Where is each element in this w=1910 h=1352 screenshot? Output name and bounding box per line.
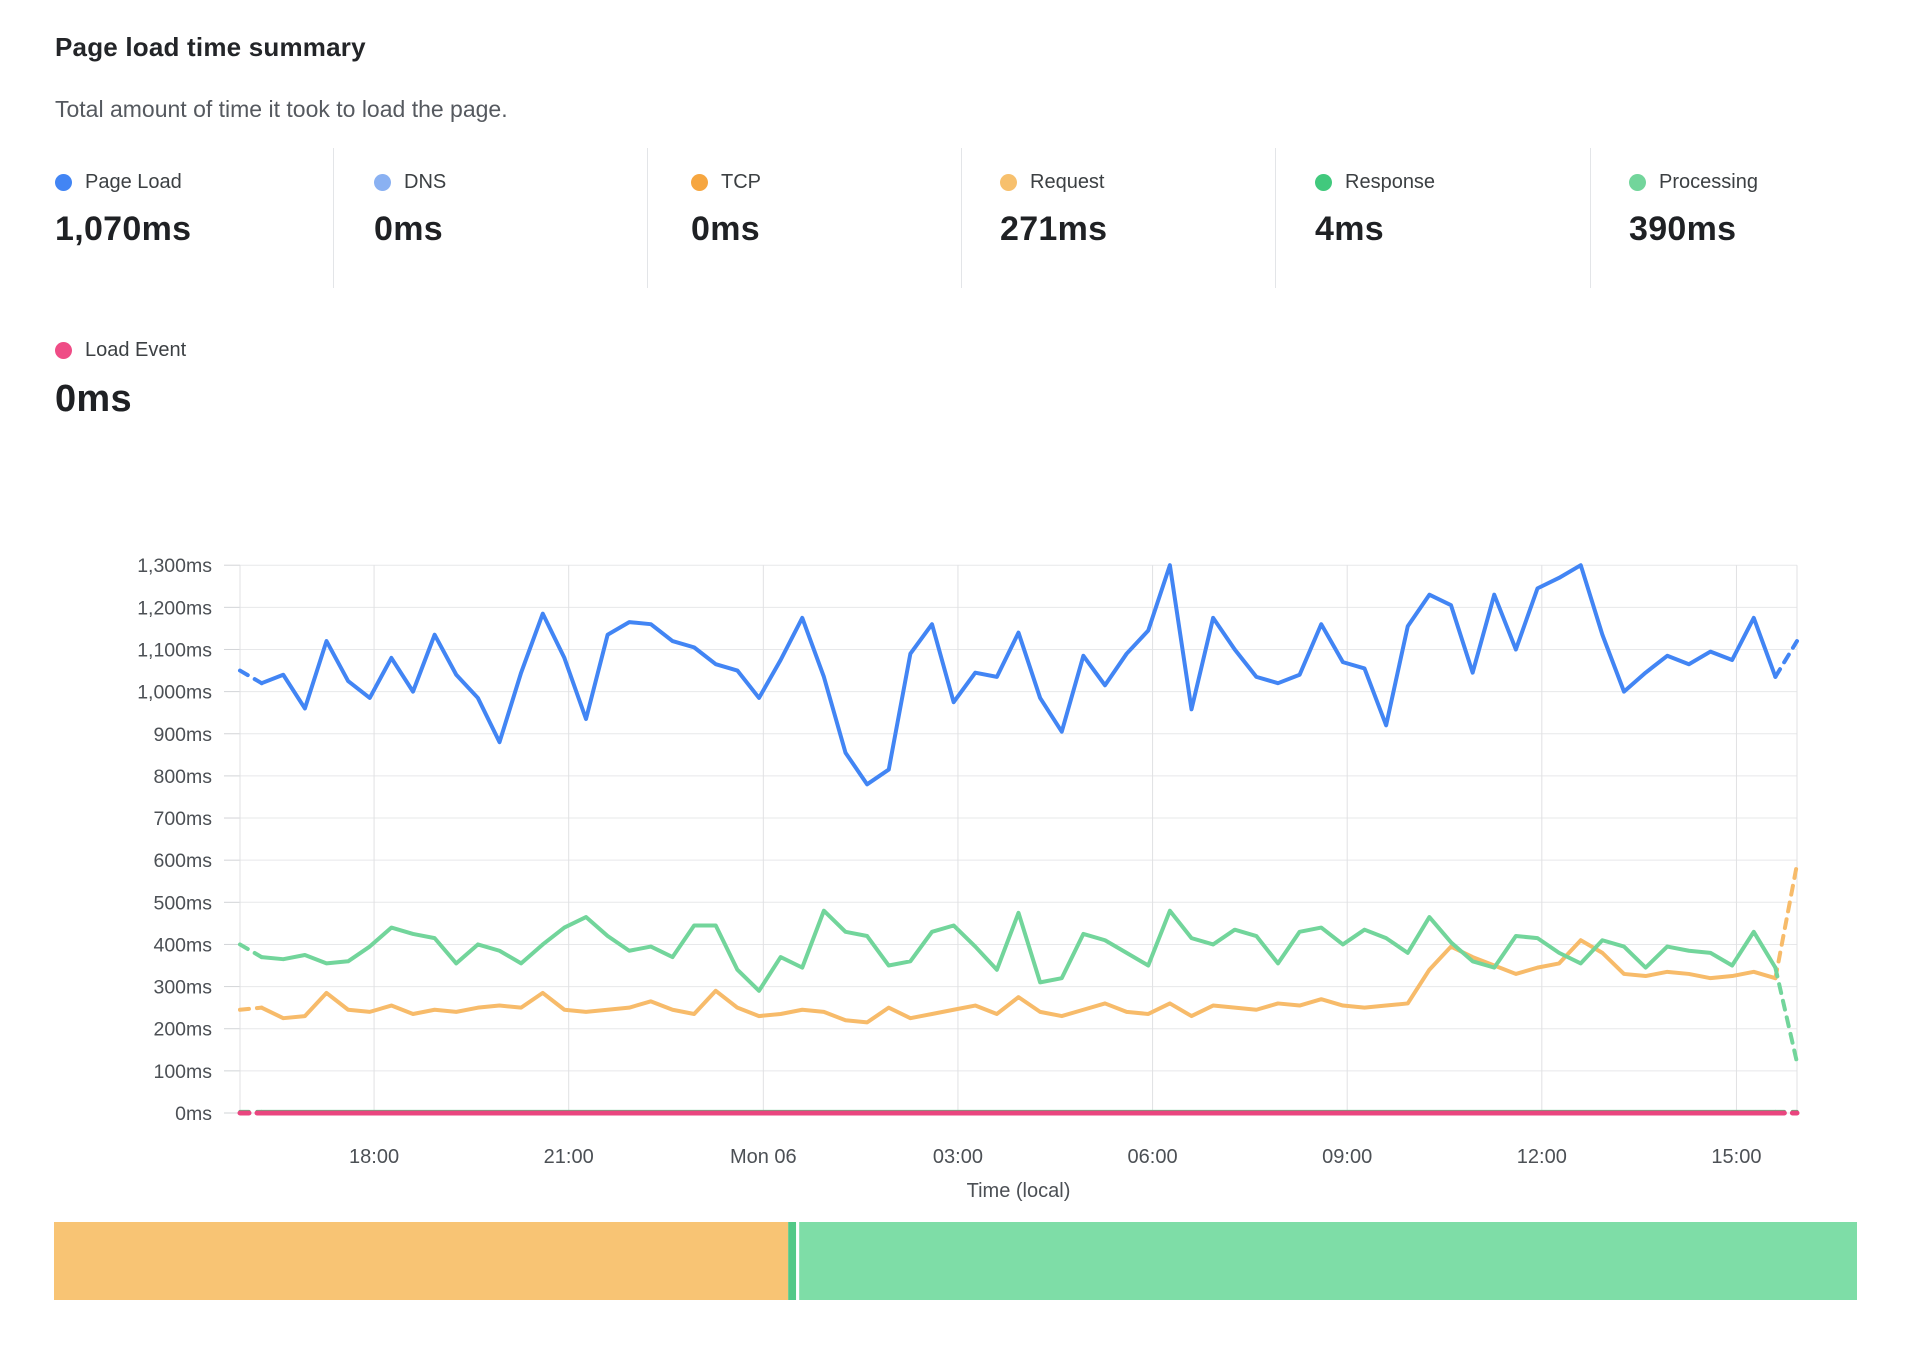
y-tick-label: 600ms [153,850,212,872]
metric-label: Load Event [85,339,186,362]
page-load-dot-icon [55,174,72,191]
y-tick-label: 300ms [153,977,212,999]
metric-value: 271ms [1000,210,1260,249]
y-tick-label: 0ms [175,1103,212,1125]
response-dot-icon [1315,174,1332,191]
metric-processing: Processing 390ms [1629,170,1889,249]
metric-label: Request [1030,171,1105,194]
metric-value: 0ms [691,210,951,249]
metric-value: 0ms [55,378,315,421]
metric-request: Request 271ms [1000,170,1260,249]
metric-value: 4ms [1315,210,1575,249]
metric-value: 0ms [374,210,634,249]
y-tick-label: 900ms [153,724,212,746]
page-load-report: { "header": { "title": "Page load time s… [0,0,1910,1352]
metric-response: Response 4ms [1315,170,1575,249]
y-tick-label: 200ms [153,1019,212,1041]
y-tick-label: 700ms [153,808,212,830]
x-tick-label: 21:00 [544,1146,594,1168]
chart-plot-area[interactable] [240,565,1797,1113]
x-tick-label: 12:00 [1517,1146,1567,1168]
metric-label: Page Load [85,171,182,194]
metric-value: 390ms [1629,210,1889,249]
metric-label: TCP [721,171,761,194]
x-tick-label: 06:00 [1128,1146,1178,1168]
load-event-dot-icon [55,342,72,359]
status-segment [796,1222,799,1300]
divider [961,148,962,288]
metric-value: 1,070ms [55,210,315,249]
page-subtitle: Total amount of time it took to load the… [55,96,508,123]
x-tick-label: 09:00 [1322,1146,1372,1168]
x-axis-title: Time (local) [967,1180,1071,1202]
divider [1590,148,1591,288]
metric-label: Processing [1659,171,1758,194]
x-tick-label: 03:00 [933,1146,983,1168]
y-tick-label: 1,200ms [137,597,212,619]
metric-tcp: TCP 0ms [691,170,951,249]
status-segment [54,1222,788,1300]
status-segment [799,1222,1857,1300]
y-axis-labels: 0ms 100ms 200ms 300ms 400ms 500ms 600ms 700ms 80… [137,555,212,1125]
request-dot-icon [1000,174,1017,191]
divider [333,148,334,288]
divider [1275,148,1276,288]
metric-label: DNS [404,171,446,194]
page-title: Page load time summary [55,32,366,63]
y-tick-label: 1,300ms [137,555,212,577]
y-tick-label: 1,000ms [137,682,212,704]
processing-dot-icon [1629,174,1646,191]
y-tick-label: 800ms [153,766,212,788]
metric-dns: DNS 0ms [374,170,634,249]
divider [647,148,648,288]
x-tick-label: 15:00 [1711,1146,1761,1168]
metric-page-load: Page Load 1,070ms [55,170,315,249]
y-tick-label: 500ms [153,892,212,914]
dns-dot-icon [374,174,391,191]
x-tick-label: 18:00 [349,1146,399,1168]
y-tick-label: 400ms [153,934,212,956]
y-tick-label: 1,100ms [137,639,212,661]
x-axis-labels: 18:00 21:00 Mon 06 03:00 06:00 09:00 12:00 15:0… [349,1146,1761,1202]
y-tick-label: 100ms [153,1061,212,1083]
tcp-dot-icon [691,174,708,191]
metric-load-event: Load Event 0ms [55,338,315,421]
status-segment [788,1222,796,1300]
metric-label: Response [1345,171,1435,194]
uptime-status-bar[interactable] [54,1222,1857,1300]
x-tick-label: Mon 06 [730,1146,797,1168]
